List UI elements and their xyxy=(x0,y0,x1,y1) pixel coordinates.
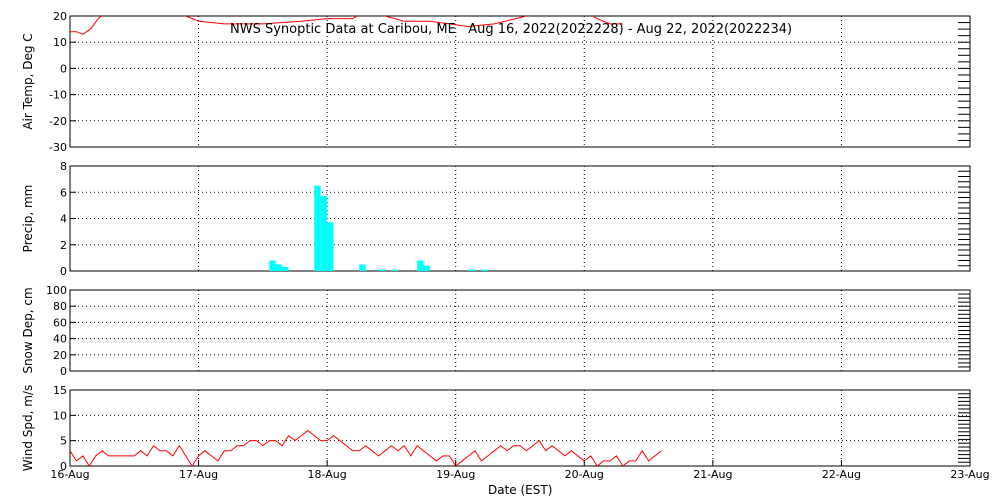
snow_depth-ytick-label: 100 xyxy=(46,284,67,297)
air_temp-ytick-label: -30 xyxy=(49,141,67,154)
air_temp-ytick-label: 10 xyxy=(53,36,67,49)
precip-bar xyxy=(468,269,475,271)
x-tick-label: 19-Aug xyxy=(436,468,475,481)
x-tick-label: 18-Aug xyxy=(308,468,347,481)
precip-bar xyxy=(391,269,398,271)
air_temp-ytick-label: -10 xyxy=(49,89,67,102)
air_temp-ytick-label: -20 xyxy=(49,115,67,128)
x-tick-label: 17-Aug xyxy=(179,468,218,481)
precip-ytick-label: 0 xyxy=(60,265,67,278)
precip-bar xyxy=(269,260,276,271)
snow_depth-ylabel: Snow Dep, cm xyxy=(21,287,35,373)
precip-bar xyxy=(282,267,289,271)
precip-ytick-label: 4 xyxy=(60,213,67,226)
snow_depth-ytick-label: 0 xyxy=(60,365,67,378)
air_temp-ytick-label: 20 xyxy=(53,10,67,23)
precip-bar xyxy=(314,185,321,271)
wind_speed-ytick-label: 10 xyxy=(53,409,67,422)
precip-bar xyxy=(275,264,283,271)
air_temp-ytick-label: 0 xyxy=(60,62,67,75)
x-tick-label: 23-Aug xyxy=(950,468,989,481)
precip-bar xyxy=(417,260,424,271)
snow_depth-ytick-label: 40 xyxy=(53,333,67,346)
precip-bar xyxy=(327,222,334,271)
x-tick-label: 21-Aug xyxy=(693,468,732,481)
wind_speed-ytick-label: 15 xyxy=(53,384,67,397)
precip-ytick-label: 6 xyxy=(60,186,67,199)
x-tick-label: 22-Aug xyxy=(822,468,861,481)
precip-ytick-label: 8 xyxy=(60,160,67,173)
snow_depth-frame xyxy=(69,289,971,372)
wind_speed-series-line xyxy=(70,429,662,466)
snow_depth-ytick-label: 60 xyxy=(53,316,67,329)
air_temp-ylabel: Air Temp, Deg C xyxy=(21,33,35,129)
wind_speed-frame xyxy=(69,389,971,467)
wind_speed-ytick-label: 5 xyxy=(60,435,67,448)
chart-title: NWS Synoptic Data at Caribou, ME Aug 16,… xyxy=(230,22,793,37)
snow_depth-ytick-label: 80 xyxy=(53,300,67,313)
snow_depth-ytick-label: 20 xyxy=(53,349,67,362)
synoptic-chart: -30 -20 -10 0 10 20 Air Temp, Deg C 0 2 4 6 8 Precip… xyxy=(21,10,990,481)
precip-bar xyxy=(320,196,328,271)
precip-ylabel: Precip, mm xyxy=(21,185,35,253)
x-axis-label: Date (EST) xyxy=(488,483,553,497)
x-tick-label: 20-Aug xyxy=(565,468,604,481)
precip-bar xyxy=(378,269,385,271)
precip-bar xyxy=(423,265,430,271)
x-tick-label: 16-Aug xyxy=(50,468,89,481)
precip-bar xyxy=(359,264,366,271)
wind_speed-ylabel: Wind Spd, m/s xyxy=(21,385,35,471)
precip-bar xyxy=(481,269,488,271)
precip-ytick-label: 2 xyxy=(60,239,67,252)
